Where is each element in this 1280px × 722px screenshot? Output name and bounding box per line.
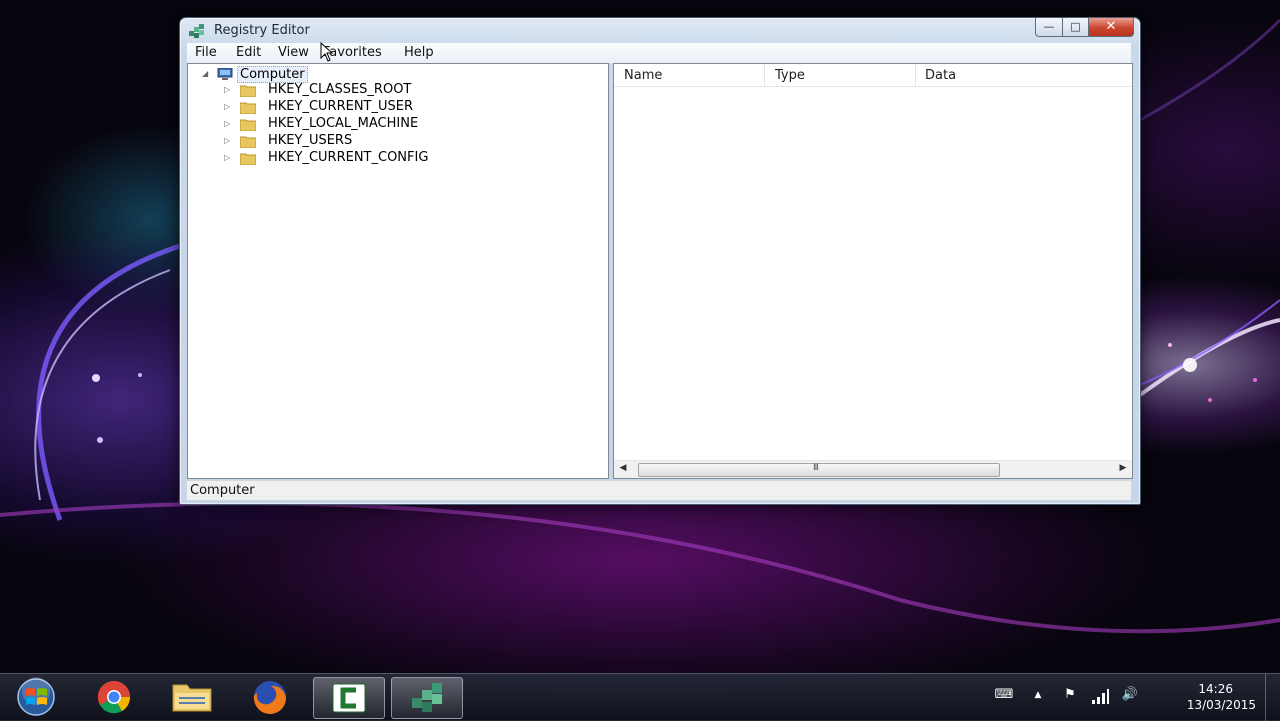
taskbar: ⌨ ▲ ⚑ 🔊 14:26 13/03/2015 — [0, 673, 1280, 721]
column-header-name[interactable]: Name — [624, 68, 662, 83]
horizontal-scrollbar[interactable]: ◀ III ▶ — [614, 460, 1132, 478]
taskbar-registry-editor-button[interactable] — [391, 677, 463, 719]
column-header-type[interactable]: Type — [775, 68, 805, 83]
scroll-thumb[interactable]: III — [638, 463, 1000, 477]
window-title: Registry Editor — [214, 23, 310, 38]
registry-editor-icon — [189, 24, 204, 38]
tree-item-label[interactable]: Computer — [237, 66, 308, 83]
status-bar: Computer — [187, 480, 1131, 500]
menu-help[interactable]: Help — [401, 45, 437, 60]
taskbar-explorer-button[interactable] — [157, 677, 227, 717]
expand-arrow-icon[interactable]: ▷ — [224, 102, 232, 112]
chrome-icon — [97, 680, 131, 714]
mouse-cursor-icon — [320, 42, 334, 62]
expand-arrow-icon[interactable]: ▷ — [224, 136, 232, 146]
show-desktop-button[interactable] — [1265, 674, 1280, 721]
tree-item-label[interactable]: HKEY_CLASSES_ROOT — [268, 82, 411, 97]
computer-icon — [217, 68, 233, 80]
firefox-icon — [253, 681, 287, 715]
tree-item-label[interactable]: HKEY_USERS — [268, 133, 352, 148]
tree-item-computer[interactable]: ◢ Computer — [198, 66, 498, 83]
system-tray: ⌨ ▲ ⚑ 🔊 14:26 13/03/2015 — [980, 674, 1280, 721]
values-list-pane[interactable]: Name Type Data ◀ III ▶ — [613, 63, 1133, 479]
volume-icon[interactable]: 🔊 — [1120, 687, 1140, 707]
menu-view[interactable]: View — [275, 45, 312, 60]
network-signal-icon[interactable] — [1090, 687, 1110, 707]
folder-icon — [240, 119, 256, 131]
registry-editor-window[interactable]: Registry Editor — □ ✕ File Edit View Fav… — [179, 17, 1141, 505]
menu-edit[interactable]: Edit — [233, 45, 264, 60]
status-path: Computer — [190, 483, 255, 498]
taskbar-chrome-button[interactable] — [79, 677, 149, 717]
windows-start-orb-icon[interactable] — [12, 677, 60, 717]
list-header: Name Type Data — [614, 64, 1132, 87]
column-separator[interactable] — [764, 64, 765, 86]
folder-icon — [240, 102, 256, 114]
scroll-right-arrow-icon[interactable]: ▶ — [1116, 463, 1130, 473]
tree-item-hkey-current-config[interactable]: ▷ HKEY_CURRENT_CONFIG — [218, 150, 518, 167]
column-separator[interactable] — [915, 64, 916, 86]
tree-item-hkey-current-user[interactable]: ▷ HKEY_CURRENT_USER — [218, 99, 518, 116]
folder-icon — [172, 684, 212, 712]
tree-item-hkey-classes-root[interactable]: ▷ HKEY_CLASSES_ROOT — [218, 82, 518, 99]
camtasia-icon — [332, 683, 366, 713]
close-button[interactable]: ✕ — [1089, 18, 1134, 37]
expand-arrow-icon[interactable]: ▷ — [224, 119, 232, 129]
column-header-data[interactable]: Data — [925, 68, 956, 83]
folder-icon — [240, 153, 256, 165]
window-titlebar[interactable]: Registry Editor — □ ✕ — [180, 18, 1140, 44]
folder-icon — [240, 136, 256, 148]
scroll-grip-icon: III — [813, 463, 819, 473]
collapse-arrow-icon[interactable]: ◢ — [202, 69, 210, 79]
registry-tree-pane[interactable]: ◢ Computer ▷ HKEY_CLASSES_ROOT ▷ HKEY_CU… — [187, 63, 609, 479]
expand-arrow-icon[interactable]: ▷ — [224, 153, 232, 163]
taskbar-firefox-button[interactable] — [235, 677, 305, 717]
taskbar-camtasia-button[interactable] — [313, 677, 385, 719]
tree-item-hkey-local-machine[interactable]: ▷ HKEY_LOCAL_MACHINE — [218, 116, 518, 133]
tree-item-hkey-users[interactable]: ▷ HKEY_USERS — [218, 133, 518, 150]
clock-date[interactable]: 13/03/2015 — [1187, 698, 1256, 712]
tree-item-label[interactable]: HKEY_CURRENT_CONFIG — [268, 150, 428, 165]
action-center-flag-icon[interactable]: ⚑ — [1060, 687, 1080, 707]
caption-buttons: — □ ✕ — [1035, 18, 1134, 37]
menu-file[interactable]: File — [192, 45, 220, 60]
minimize-button[interactable]: — — [1035, 18, 1063, 37]
tree-item-label[interactable]: HKEY_LOCAL_MACHINE — [268, 116, 418, 131]
tree-item-label[interactable]: HKEY_CURRENT_USER — [268, 99, 413, 114]
registry-editor-icon — [412, 683, 442, 712]
show-hidden-icons-arrow-icon[interactable]: ▲ — [1028, 690, 1048, 710]
maximize-button[interactable]: □ — [1063, 18, 1089, 37]
clock-time[interactable]: 14:26 — [1198, 682, 1233, 696]
folder-icon — [240, 85, 256, 97]
expand-arrow-icon[interactable]: ▷ — [224, 85, 232, 95]
scroll-left-arrow-icon[interactable]: ◀ — [616, 463, 630, 473]
keyboard-icon[interactable]: ⌨ — [994, 687, 1014, 707]
